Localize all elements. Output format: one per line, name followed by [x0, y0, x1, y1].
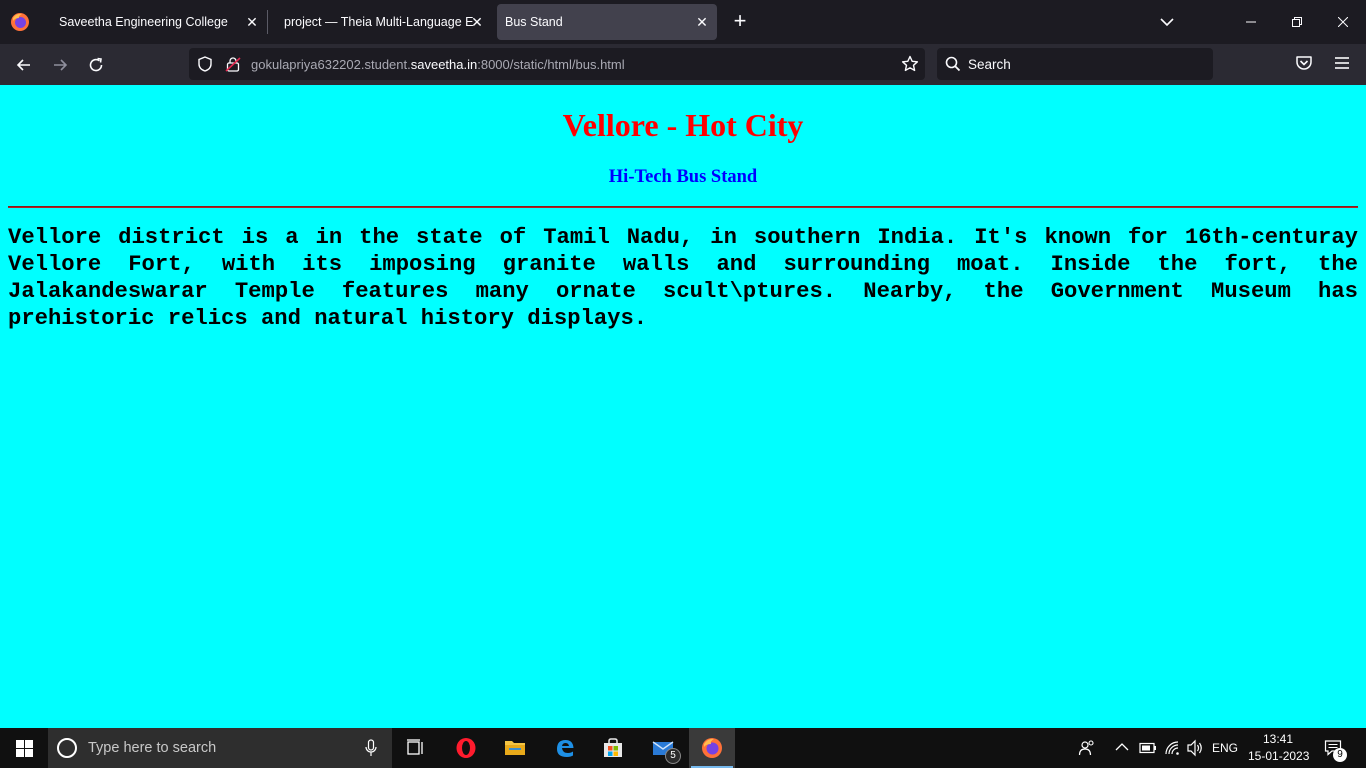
arrow-left-icon: [16, 59, 30, 71]
taskbar-search-box[interactable]: Type here to search: [48, 728, 392, 768]
insecure-lock-icon[interactable]: [225, 56, 241, 72]
page-content: Vellore - Hot City Hi-Tech Bus Stand Vel…: [0, 85, 1366, 728]
firefox-icon: [702, 738, 722, 758]
forward-button[interactable]: [47, 52, 73, 78]
url-text[interactable]: gokulapriya632202.student.saveetha.in:80…: [251, 57, 625, 72]
people-icon[interactable]: [1078, 739, 1096, 757]
task-view-button[interactable]: [393, 728, 439, 768]
taskbar-mail[interactable]: 5: [640, 728, 686, 768]
minimize-button[interactable]: [1228, 0, 1274, 44]
search-icon: [945, 56, 961, 72]
minimize-icon: [1246, 21, 1256, 23]
wifi-icon[interactable]: [1163, 739, 1181, 757]
close-tab-icon[interactable]: ✕: [693, 13, 711, 31]
firefox-logo-icon[interactable]: [10, 12, 30, 32]
url-host: saveetha.in: [410, 57, 478, 72]
taskbar-firefox[interactable]: [689, 728, 735, 768]
input-language[interactable]: ENG: [1212, 741, 1238, 755]
page-heading: Vellore - Hot City: [562, 107, 804, 143]
taskbar-edge[interactable]: [542, 728, 588, 768]
tab-divider: [267, 10, 268, 34]
battery-icon[interactable]: [1139, 742, 1157, 754]
address-bar[interactable]: gokulapriya632202.student.saveetha.in:80…: [189, 48, 925, 80]
url-prefix: gokulapriya632202.student.: [251, 57, 411, 72]
clock-time[interactable]: 13:41: [1263, 732, 1293, 746]
restore-button[interactable]: [1274, 0, 1320, 44]
shield-icon[interactable]: [197, 56, 213, 72]
url-path: :8000/static/html/bus.html: [477, 57, 625, 72]
start-button[interactable]: [0, 728, 48, 768]
chevron-up-icon[interactable]: [1115, 742, 1129, 752]
page-paragraph: Vellore district is a in the state of Ta…: [8, 225, 1358, 331]
tab-strip: Saveetha Engineering College ✕ project —…: [0, 0, 1366, 44]
tab-title: Saveetha Engineering College: [59, 15, 228, 29]
folder-icon: [505, 741, 525, 755]
task-view-icon: [407, 739, 423, 755]
tab-title: Bus Stand: [505, 15, 563, 29]
notification-count-badge: 9: [1333, 748, 1347, 762]
close-window-button[interactable]: [1320, 0, 1366, 44]
search-bar[interactable]: Search: [937, 48, 1213, 80]
microphone-icon[interactable]: [365, 739, 377, 757]
clock-date[interactable]: 15-01-2023: [1248, 749, 1309, 763]
tab-saveetha-engineering-college[interactable]: Saveetha Engineering College ✕: [47, 4, 267, 40]
tab-title: project — Theia Multi-Language Ex: [284, 15, 474, 29]
tab-bus-stand[interactable]: Bus Stand ✕: [497, 4, 717, 40]
new-tab-button[interactable]: +: [728, 10, 752, 34]
tab-theia-project[interactable]: project — Theia Multi-Language Ex ✕: [272, 4, 492, 40]
windows-logo-icon: [16, 740, 33, 757]
volume-icon[interactable]: [1186, 739, 1204, 757]
back-button[interactable]: [11, 52, 37, 78]
reload-icon: [89, 57, 103, 72]
taskbar-opera[interactable]: [443, 728, 489, 768]
close-icon: [1338, 17, 1348, 27]
taskbar-search-placeholder: Type here to search: [88, 740, 217, 756]
windows-taskbar: Type here to search 5 ENG 13:41 15-01-20…: [0, 728, 1366, 768]
restore-icon: [1292, 17, 1302, 27]
horizontal-rule: [8, 206, 1358, 208]
opera-icon: [456, 738, 476, 758]
reload-button[interactable]: [83, 52, 109, 78]
chevron-down-icon[interactable]: [1157, 12, 1177, 32]
store-bag-icon: [604, 738, 622, 757]
page-subheading: Hi-Tech Bus Stand: [608, 167, 758, 187]
search-placeholder: Search: [968, 57, 1011, 72]
taskbar-microsoft-store[interactable]: [590, 728, 636, 768]
close-tab-icon[interactable]: ✕: [468, 13, 486, 31]
edge-icon: [557, 740, 574, 757]
navigation-toolbar: gokulapriya632202.student.saveetha.in:80…: [0, 44, 1366, 85]
arrow-right-icon: [54, 59, 68, 71]
mail-unread-badge: 5: [665, 748, 681, 764]
hamburger-menu-icon[interactable]: [1333, 54, 1351, 72]
close-tab-icon[interactable]: ✕: [243, 13, 261, 31]
cortana-icon: [57, 738, 77, 758]
pocket-icon[interactable]: [1295, 54, 1313, 72]
taskbar-file-explorer[interactable]: [492, 728, 538, 768]
star-icon[interactable]: [901, 55, 919, 73]
